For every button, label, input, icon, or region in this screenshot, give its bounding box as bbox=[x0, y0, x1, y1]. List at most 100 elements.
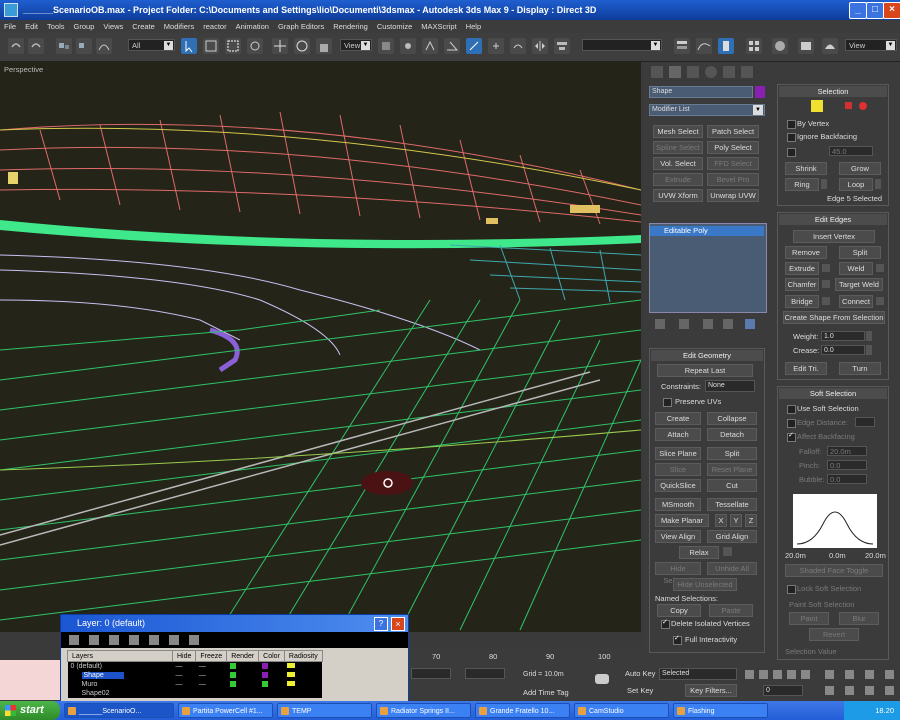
edit-tri-button[interactable]: Edit Tri. bbox=[785, 362, 827, 375]
create-button[interactable]: Create bbox=[655, 412, 701, 425]
by-angle-checkbox[interactable] bbox=[787, 148, 796, 157]
menu-file[interactable]: File bbox=[4, 22, 16, 31]
use-soft-selection-checkbox[interactable] bbox=[787, 405, 796, 414]
coord-y-field[interactable] bbox=[465, 668, 505, 679]
weld-button[interactable]: Weld bbox=[839, 262, 873, 275]
bridge-button[interactable]: Bridge bbox=[785, 295, 819, 308]
loop-button[interactable]: Loop bbox=[839, 178, 873, 191]
unlink-icon[interactable] bbox=[76, 38, 92, 54]
freeze-toggle[interactable]: — bbox=[195, 661, 227, 671]
column-header-layers[interactable]: Layers bbox=[67, 650, 173, 662]
task-button-3dsmax[interactable]: ______ScenarioO... bbox=[64, 703, 174, 718]
select-manipulate-icon[interactable] bbox=[400, 38, 416, 54]
angle-snap-icon[interactable] bbox=[444, 38, 460, 54]
add-to-layer-icon[interactable] bbox=[109, 635, 119, 645]
freeze-toggle[interactable] bbox=[195, 689, 227, 698]
key-icon[interactable] bbox=[595, 674, 609, 684]
detach-button[interactable]: Detach bbox=[707, 428, 757, 441]
viewport-label[interactable]: Perspective bbox=[4, 65, 43, 74]
stack-item-editable-poly[interactable]: Editable Poly bbox=[650, 226, 764, 236]
split-button[interactable]: Split bbox=[707, 447, 757, 460]
close-icon[interactable]: × bbox=[391, 617, 405, 631]
split-edges-button[interactable]: Split bbox=[839, 246, 881, 259]
task-button-powercell[interactable]: Partita PowerCell #1... bbox=[178, 703, 273, 718]
bind-space-warp-icon[interactable] bbox=[96, 38, 112, 54]
menu-create[interactable]: Create bbox=[132, 22, 155, 31]
planar-y-button[interactable]: Y bbox=[730, 514, 742, 527]
arc-rotate-icon[interactable] bbox=[865, 686, 874, 695]
table-row[interactable]: 0 (default) — — bbox=[67, 661, 323, 671]
mesh-select-button[interactable]: Mesh Select bbox=[653, 125, 703, 138]
by-vertex-checkbox[interactable] bbox=[787, 120, 796, 129]
align-icon[interactable] bbox=[554, 38, 570, 54]
edit-edges-title[interactable]: Edit Edges bbox=[779, 214, 887, 225]
column-header-render[interactable]: Render bbox=[226, 650, 260, 662]
soft-selection-title[interactable]: Soft Selection bbox=[779, 388, 887, 399]
cut-button[interactable]: Cut bbox=[707, 479, 757, 492]
edit-geometry-title[interactable]: Edit Geometry bbox=[651, 350, 763, 361]
ring-button[interactable]: Ring bbox=[785, 178, 819, 191]
menu-reactor[interactable]: reactor bbox=[203, 22, 226, 31]
shrink-button[interactable]: Shrink bbox=[785, 162, 827, 175]
relax-settings-icon[interactable] bbox=[723, 547, 732, 556]
menu-customize[interactable]: Customize bbox=[377, 22, 412, 31]
hide-toggle[interactable]: — bbox=[172, 680, 196, 689]
key-filters-button[interactable]: Key Filters... bbox=[685, 684, 737, 697]
key-mode-dropdown[interactable]: Selected bbox=[659, 668, 737, 680]
connect-button[interactable]: Connect bbox=[839, 295, 873, 308]
render-frame-icon[interactable] bbox=[798, 38, 814, 54]
tessellate-button[interactable]: Tessellate bbox=[707, 498, 757, 511]
radiosity-toggle[interactable] bbox=[284, 661, 323, 671]
select-move-icon[interactable] bbox=[272, 38, 288, 54]
play-icon[interactable] bbox=[773, 670, 782, 679]
menu-graph-editors[interactable]: Graph Editors bbox=[278, 22, 324, 31]
column-header-freeze[interactable]: Freeze bbox=[195, 650, 228, 662]
weight-field[interactable]: 1.0 bbox=[821, 331, 865, 341]
delete-layer-icon[interactable] bbox=[89, 635, 99, 645]
layer-color-swatch[interactable] bbox=[258, 661, 285, 671]
slice-plane-button[interactable]: Slice Plane bbox=[655, 447, 701, 460]
view-align-button[interactable]: View Align bbox=[655, 530, 701, 543]
patch-select-button[interactable]: Patch Select bbox=[707, 125, 759, 138]
menu-maxscript[interactable]: MAXScript bbox=[421, 22, 456, 31]
radiosity-toggle[interactable] bbox=[284, 671, 323, 680]
spinner-snap-icon[interactable] bbox=[488, 38, 504, 54]
select-rotate-icon[interactable] bbox=[294, 38, 310, 54]
coord-x-field[interactable] bbox=[411, 668, 451, 679]
weight-spinner[interactable] bbox=[866, 331, 872, 341]
layer-color-swatch[interactable] bbox=[258, 671, 285, 680]
insert-vertex-button[interactable]: Insert Vertex bbox=[793, 230, 875, 243]
poly-select-button[interactable]: Poly Select bbox=[707, 141, 759, 154]
maximize-viewport-icon[interactable] bbox=[885, 686, 894, 695]
extrude-edges-button[interactable]: Extrude bbox=[785, 262, 819, 275]
selection-title[interactable]: Selection bbox=[779, 86, 887, 97]
next-frame-icon[interactable] bbox=[787, 670, 796, 679]
select-objects-icon[interactable] bbox=[129, 635, 139, 645]
column-header-hide[interactable]: Hide bbox=[171, 650, 197, 662]
show-end-result-icon[interactable] bbox=[679, 319, 689, 329]
create-shape-button[interactable]: Create Shape From Selection bbox=[783, 311, 885, 324]
go-to-end-icon[interactable] bbox=[801, 670, 810, 679]
task-button-flashing[interactable]: Flashing bbox=[673, 703, 768, 718]
percent-snap-icon[interactable] bbox=[466, 38, 482, 54]
full-interactivity-checkbox[interactable] bbox=[673, 634, 682, 645]
field-of-view-icon[interactable] bbox=[825, 686, 834, 695]
menu-group[interactable]: Group bbox=[74, 22, 95, 31]
table-row[interactable]: Shape02 bbox=[67, 689, 323, 698]
crease-spinner[interactable] bbox=[866, 345, 872, 355]
freeze-toggle[interactable]: — bbox=[195, 680, 227, 689]
modifier-stack[interactable]: Editable Poly bbox=[649, 223, 767, 313]
menu-rendering[interactable]: Rendering bbox=[333, 22, 368, 31]
zoom-icon[interactable] bbox=[825, 670, 834, 679]
menu-tools[interactable]: Tools bbox=[47, 22, 65, 31]
display-tab-icon[interactable] bbox=[723, 66, 735, 78]
maximize-button[interactable]: □ bbox=[866, 2, 884, 19]
current-frame-field[interactable]: 0 bbox=[763, 685, 803, 696]
layer-color-swatch[interactable] bbox=[258, 680, 285, 689]
select-object-icon[interactable] bbox=[181, 38, 197, 54]
remove-modifier-icon[interactable] bbox=[723, 319, 733, 329]
layer-color-swatch[interactable] bbox=[258, 689, 285, 698]
auto-key-label[interactable]: Auto Key bbox=[625, 669, 655, 678]
ignore-backfacing-checkbox[interactable] bbox=[787, 133, 796, 142]
vol-select-button[interactable]: Vol. Select bbox=[653, 157, 703, 170]
